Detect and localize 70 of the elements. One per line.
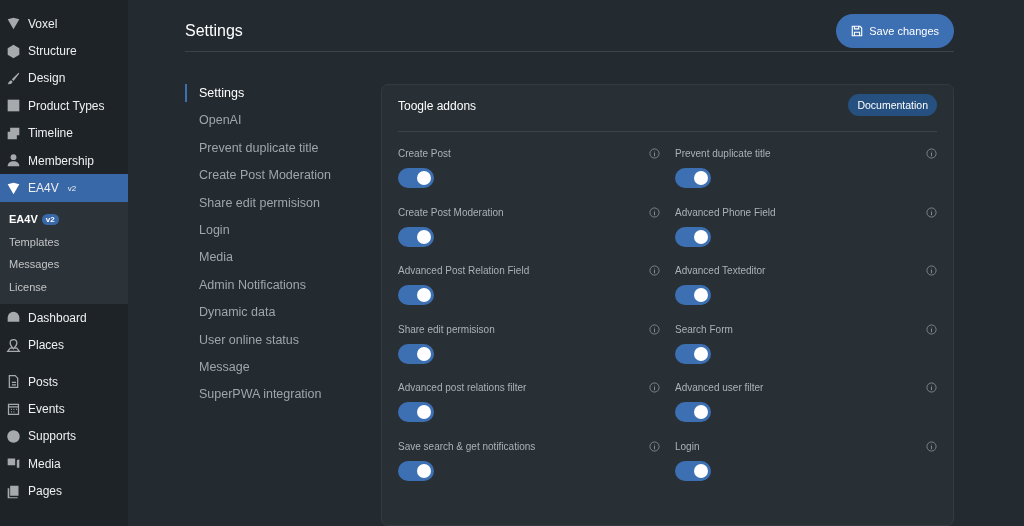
info-icon[interactable] [926,323,937,335]
settings-nav-item[interactable]: Login [185,220,381,249]
toggle-switch[interactable] [675,168,711,188]
save-icon [851,24,864,37]
sidebar-item[interactable]: Design [0,64,128,93]
submenu-item[interactable]: EA4V v2 [0,207,128,231]
toggle-switch[interactable] [398,285,434,306]
toggle-switch[interactable] [675,343,711,364]
toggle-switch[interactable] [398,226,434,247]
addon-label: Advanced Phone Field [675,206,776,218]
toggle-switch[interactable] [675,460,711,481]
submenu-item[interactable]: Messages [0,252,128,276]
addon-label: Advanced Post Relation Field [398,265,530,277]
info-icon[interactable] [926,440,937,452]
toggle-switch[interactable] [398,402,434,423]
page-title: Settings [185,21,243,40]
sidebar-item[interactable]: Supports [0,422,128,451]
settings-nav-item[interactable]: User online status [185,330,381,358]
addon-label: Save search & get notifications [398,440,536,452]
settings-nav-item[interactable]: Create Post Moderation [185,166,381,194]
submenu-item[interactable]: License [0,275,128,299]
settings-nav-item[interactable]: Dynamic data [185,303,381,331]
settings-nav-item[interactable]: Message [185,357,381,386]
info-icon[interactable] [926,206,937,218]
addon-label: Share edit permisison [398,323,495,335]
info-icon[interactable] [649,206,660,218]
save-button[interactable]: Save changes [836,13,954,48]
toggle-switch[interactable] [398,343,434,364]
addon-label: Advanced user filter [675,382,764,394]
documentation-button[interactable]: Documentation [848,94,937,116]
addon-label: Create Post [398,148,451,159]
toggle-switch[interactable] [675,402,711,423]
addon-label: Create Post Moderation [398,206,504,218]
card-title: Toogle addons [398,99,477,113]
info-icon[interactable] [649,382,660,394]
settings-nav-item[interactable]: Media [185,248,381,276]
settings-nav-item[interactable]: OpenAI [185,111,381,139]
addon-label: Search Form [675,323,733,335]
sidebar-item[interactable]: Media [0,450,128,478]
sidebar-item[interactable]: Timeline [0,119,128,147]
sidebar-item[interactable]: Membership [0,146,128,175]
addon-label: Advanced Texteditor [675,265,766,277]
toggle-switch[interactable] [398,168,434,188]
sidebar-item[interactable]: Product Types [0,92,128,120]
sidebar-item[interactable]: Posts [0,367,128,396]
info-icon[interactable] [926,382,937,394]
submenu-item[interactable]: Templates [0,230,128,253]
sidebar-item[interactable]: Dashboard [0,304,128,332]
addon-label: Login [675,440,700,452]
settings-nav-item[interactable]: SuperPWA integration [185,385,381,413]
toggle-switch[interactable] [675,226,711,247]
info-icon[interactable] [926,265,937,277]
sidebar-item[interactable]: Events [0,395,128,423]
sidebar-item[interactable]: Structure [0,37,128,65]
sidebar-item[interactable]: EA4V v2 [0,174,128,202]
settings-nav-item[interactable]: Admin Notifications [185,275,381,304]
sidebar-item[interactable]: Places [0,331,128,359]
info-icon[interactable] [649,265,660,277]
settings-nav-item[interactable]: Share edit permisison [185,193,381,221]
addon-label: Prevent duplicate title [675,148,771,159]
info-icon[interactable] [649,148,660,159]
toggle-switch[interactable] [675,285,711,306]
info-icon[interactable] [649,440,660,452]
sidebar-item[interactable]: Pages [0,477,128,505]
settings-nav-item[interactable]: Prevent duplicate title [185,138,381,167]
toggle-switch[interactable] [398,460,434,481]
info-icon[interactable] [649,323,660,335]
addon-label: Advanced post relations filter [398,382,527,394]
sidebar-item[interactable]: Voxel [0,10,128,38]
info-icon[interactable] [926,148,937,159]
